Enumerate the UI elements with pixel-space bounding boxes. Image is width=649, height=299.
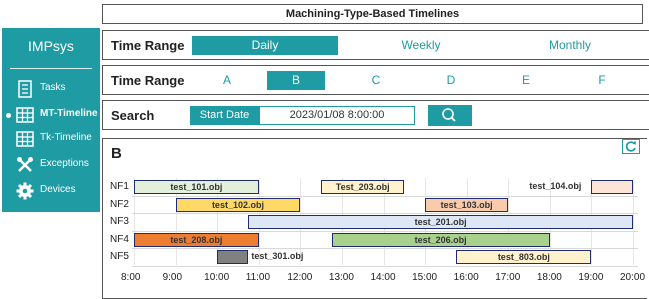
start-date-label: Start Date — [190, 106, 259, 125]
task-label: test_104.obj — [529, 181, 582, 191]
axis-tick-label: 15:00 — [412, 272, 438, 283]
gridline — [633, 178, 634, 265]
row-separator — [132, 213, 638, 214]
sidebar: IMPsys Tasks MT-Timeline Tk-Timeline Exc… — [2, 28, 100, 212]
tab-shift-c[interactable]: C — [347, 71, 405, 90]
task-bar[interactable]: Test_203.obj — [321, 180, 405, 194]
task-label: test_301.obj — [251, 251, 304, 261]
search-row: Search Start Date 2023/01/08 8:00:00 — [102, 100, 649, 130]
refresh-button[interactable] — [622, 139, 640, 154]
grid-icon — [16, 131, 34, 147]
task-bar[interactable]: test_208.obj — [134, 232, 259, 247]
start-date-input[interactable]: 2023/01/08 8:00:00 — [259, 106, 415, 125]
sidebar-item-exceptions[interactable]: Exceptions — [2, 154, 100, 176]
time-range-label: Time Range — [111, 73, 185, 88]
sidebar-item-tk-timeline[interactable]: Tk-Timeline — [2, 128, 100, 150]
sidebar-item-label: Tasks — [40, 82, 66, 93]
axis-tick-label: 20:00 — [620, 272, 646, 283]
tab-shift-e[interactable]: E — [497, 71, 555, 90]
tab-monthly[interactable]: Monthly — [497, 36, 643, 55]
row-label: NF2 — [110, 198, 129, 210]
row-separator — [132, 265, 638, 267]
tab-daily[interactable]: Daily — [192, 36, 338, 55]
task-bar[interactable]: test_101.obj — [134, 180, 259, 194]
axis-tick-label: 8:00 — [121, 272, 141, 283]
axis-tick-label: 11:00 — [245, 272, 271, 283]
task-bar[interactable] — [217, 250, 249, 264]
axis-tick-label: 10:00 — [204, 272, 230, 283]
task-bar[interactable]: test_803.obj — [456, 250, 592, 264]
axis-tick-label: 9:00 — [162, 272, 183, 283]
sidebar-item-label: MT-Timeline — [40, 108, 98, 119]
tasks-icon — [18, 80, 32, 98]
sidebar-item-label: Devices — [40, 184, 76, 195]
gear-icon — [16, 182, 34, 200]
tab-weekly[interactable]: Weekly — [348, 36, 494, 55]
time-range-shift-row: Time Range A B C D E F — [102, 65, 649, 95]
tab-shift-b[interactable]: B — [267, 71, 325, 90]
search-button[interactable] — [428, 105, 472, 126]
time-range-period-row: Time Range Daily Weekly Monthly — [102, 30, 649, 60]
row-label: NF4 — [110, 233, 129, 245]
axis-tick-label: 19:00 — [578, 272, 604, 283]
row-separator — [132, 230, 638, 232]
panel-title: B — [111, 145, 122, 162]
axis-tick-label: 14:00 — [370, 272, 396, 283]
axis-tick-label: 18:00 — [536, 272, 562, 283]
row-label: NF5 — [110, 251, 129, 262]
tab-shift-f[interactable]: F — [573, 71, 631, 90]
search-icon — [442, 108, 456, 122]
grid-icon — [16, 107, 34, 123]
sidebar-item-label: Tk-Timeline — [40, 132, 92, 143]
sidebar-item-tasks[interactable]: Tasks — [2, 78, 100, 100]
active-indicator — [6, 113, 11, 118]
tab-shift-a[interactable]: A — [198, 71, 256, 90]
task-bar[interactable]: test_103.obj — [425, 197, 509, 212]
page-title: Machining-Type-Based Timelines — [102, 4, 643, 24]
row-label: NF3 — [110, 216, 129, 227]
task-bar[interactable] — [591, 180, 633, 194]
sidebar-item-label: Exceptions — [40, 158, 89, 169]
task-bar[interactable]: test_102.obj — [175, 197, 301, 212]
axis-tick-label: 16:00 — [453, 272, 479, 283]
search-label: Search — [111, 108, 155, 123]
row-separator — [132, 195, 638, 197]
axis-tick-label: 17:00 — [495, 272, 521, 283]
tab-shift-d[interactable]: D — [422, 71, 480, 90]
sidebar-item-mt-timeline[interactable]: MT-Timeline — [2, 104, 100, 126]
task-bar[interactable]: test_201.obj — [248, 215, 633, 229]
task-bar[interactable]: test_206.obj — [331, 232, 550, 247]
axis-tick-label: 13:00 — [328, 272, 354, 283]
sidebar-item-devices[interactable]: Devices — [2, 180, 100, 202]
app-name: IMPsys — [28, 38, 74, 54]
axis-tick-label: 12:00 — [287, 272, 313, 283]
refresh-icon — [625, 141, 636, 152]
tools-icon — [17, 157, 33, 172]
row-label: NF1 — [110, 181, 129, 192]
sidebar-divider — [10, 68, 92, 69]
time-range-label: Time Range — [111, 38, 185, 53]
row-separator — [132, 248, 638, 249]
